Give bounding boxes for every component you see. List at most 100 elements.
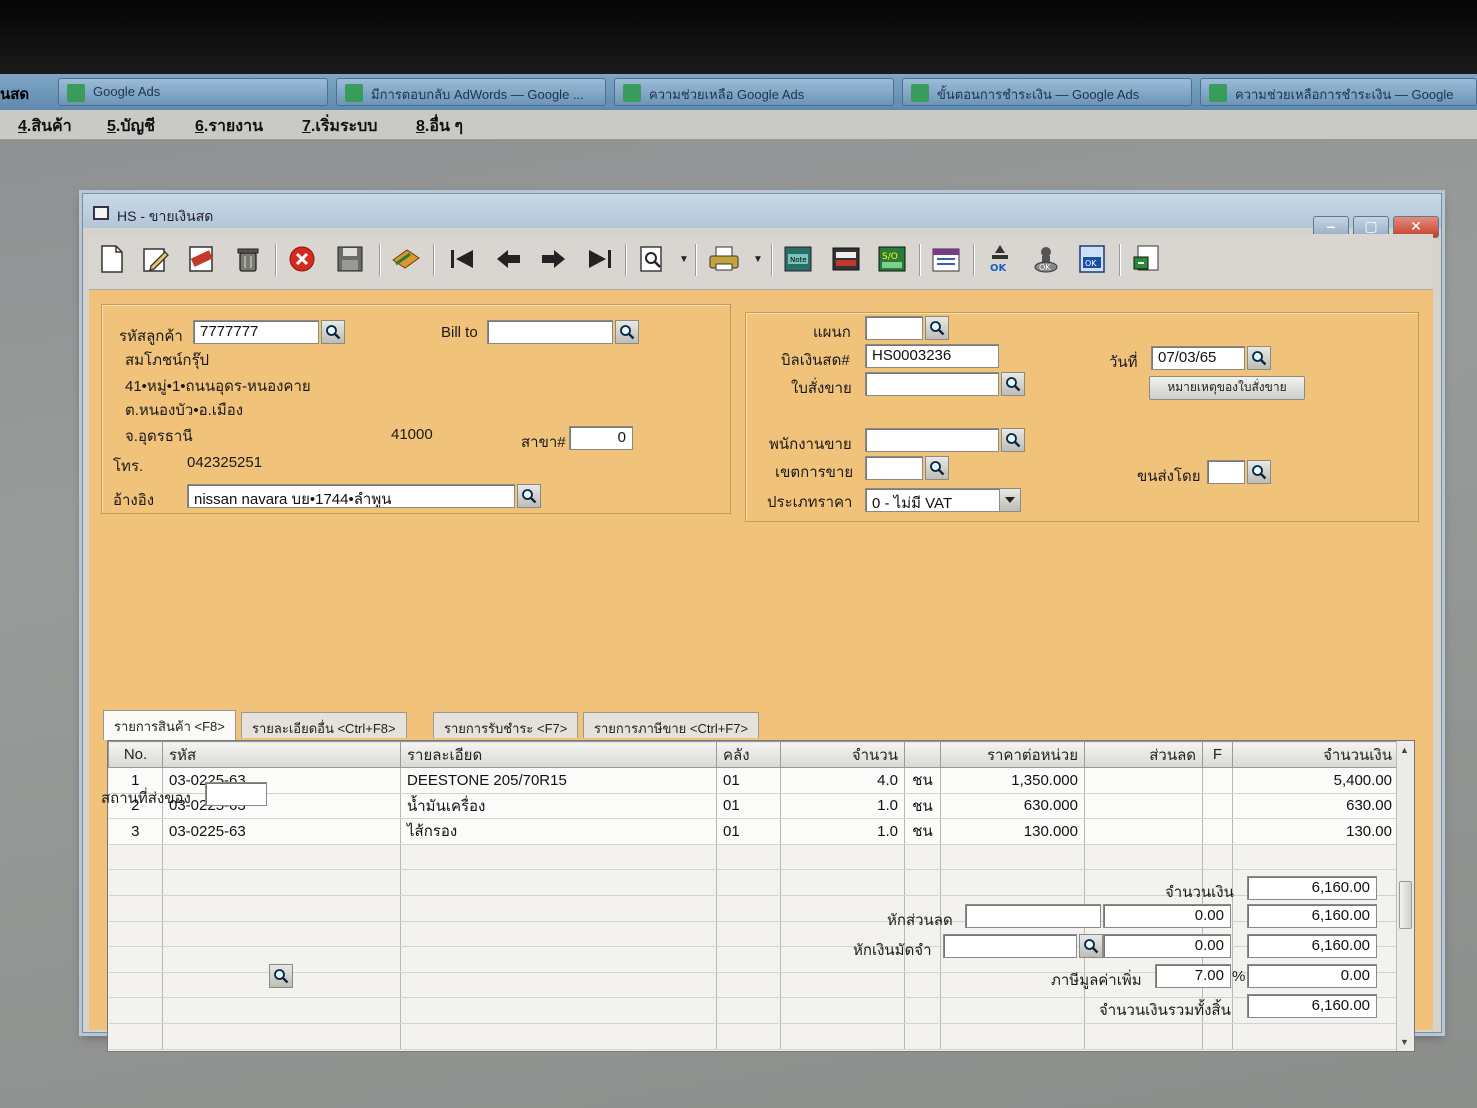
empty-cell[interactable]	[904, 997, 941, 1024]
col-warehouse[interactable]: คลัง	[716, 741, 781, 768]
table-row-empty[interactable]	[108, 844, 1399, 871]
empty-cell[interactable]	[780, 844, 905, 871]
row-amount[interactable]: 5,400.00	[1232, 767, 1399, 794]
ship-by-search-button[interactable]	[1247, 460, 1271, 484]
next-record-icon[interactable]	[537, 242, 571, 276]
empty-cell[interactable]	[780, 972, 905, 999]
empty-cell[interactable]	[780, 869, 905, 896]
row-unit[interactable]: ชน	[904, 793, 941, 820]
row-unit-price[interactable]: 1,350.000	[940, 767, 1085, 794]
col-quantity[interactable]: จำนวน	[780, 741, 905, 768]
row-no[interactable]: 3	[108, 818, 163, 845]
row-warehouse[interactable]: 01	[716, 767, 781, 794]
empty-cell[interactable]	[1084, 1023, 1203, 1050]
salesman-search-button[interactable]	[1001, 428, 1025, 452]
row-code[interactable]: 03-0225-63	[162, 767, 401, 794]
discount-text-field[interactable]	[965, 904, 1101, 928]
empty-cell[interactable]	[162, 921, 401, 948]
first-record-icon[interactable]	[445, 242, 479, 276]
row-discount[interactable]	[1084, 818, 1203, 845]
date-picker-button[interactable]	[1247, 346, 1271, 370]
empty-cell[interactable]	[716, 946, 781, 973]
row-code[interactable]: 03-0225-63	[162, 818, 401, 845]
empty-cell[interactable]	[1202, 1023, 1233, 1050]
empty-cell[interactable]	[940, 869, 1085, 896]
menu-item-reports[interactable]: 6.รายงาน	[195, 114, 263, 139]
sales-area-field[interactable]	[865, 456, 923, 480]
empty-cell[interactable]	[904, 869, 941, 896]
calendar-icon[interactable]	[929, 242, 963, 276]
row-unit[interactable]: ชน	[904, 818, 941, 845]
grid-scrollbar[interactable]: ▲ ▼	[1396, 741, 1414, 1051]
row-quantity[interactable]: 1.0	[780, 818, 905, 845]
empty-cell[interactable]	[1084, 844, 1203, 871]
stamp-icon[interactable]: OK	[1029, 242, 1063, 276]
row-f[interactable]	[1202, 767, 1233, 794]
empty-cell[interactable]	[400, 895, 717, 922]
empty-cell[interactable]	[716, 972, 781, 999]
bill-to-field[interactable]	[487, 320, 613, 344]
date-field[interactable]: 07/03/65	[1151, 346, 1245, 370]
scroll-thumb[interactable]	[1399, 881, 1412, 929]
taskbar-tab[interactable]: ความช่วยเหลือการชำระเงิน — Google	[1200, 78, 1477, 106]
cancel-icon[interactable]	[285, 242, 319, 276]
row-warehouse[interactable]: 01	[716, 818, 781, 845]
taskbar-tab[interactable]: มีการตอบกลับ AdWords — Google ...	[336, 78, 606, 106]
customer-code-field[interactable]: 7777777	[193, 320, 319, 344]
empty-cell[interactable]	[780, 997, 905, 1024]
approve-icon[interactable]: OK	[983, 242, 1017, 276]
deposit-text-field[interactable]	[943, 934, 1077, 958]
row-code[interactable]: 03-0225-63	[162, 793, 401, 820]
attachment-icon[interactable]	[389, 242, 423, 276]
empty-cell[interactable]	[716, 869, 781, 896]
empty-cell[interactable]	[162, 869, 401, 896]
row-quantity[interactable]: 4.0	[780, 767, 905, 794]
row-f[interactable]	[1202, 818, 1233, 845]
empty-cell[interactable]	[108, 946, 163, 973]
empty-cell[interactable]	[716, 997, 781, 1024]
empty-cell[interactable]	[1232, 1023, 1399, 1050]
tab-other-details[interactable]: รายละเอียดอื่น <Ctrl+F8>	[241, 712, 407, 738]
col-amount[interactable]: จำนวนเงิน	[1232, 741, 1399, 768]
col-no[interactable]: No.	[108, 741, 163, 768]
empty-cell[interactable]	[716, 895, 781, 922]
col-unit-price[interactable]: ราคาต่อหน่วย	[940, 741, 1085, 768]
empty-cell[interactable]	[780, 895, 905, 922]
empty-cell[interactable]	[108, 997, 163, 1024]
empty-cell[interactable]	[904, 972, 941, 999]
empty-cell[interactable]	[904, 844, 941, 871]
empty-cell[interactable]	[162, 997, 401, 1024]
empty-cell[interactable]	[400, 1023, 717, 1050]
ok-document-icon[interactable]: OK	[1075, 242, 1109, 276]
print-icon[interactable]	[707, 242, 741, 276]
sales-order-field[interactable]	[865, 372, 999, 396]
row-f[interactable]	[1202, 793, 1233, 820]
empty-cell[interactable]	[940, 997, 1085, 1024]
discount-value-field[interactable]: 0.00	[1103, 904, 1231, 928]
row-description[interactable]: ไส้กรอง	[400, 818, 717, 845]
empty-cell[interactable]	[162, 895, 401, 922]
menu-item-setup[interactable]: 7.เริ่มระบบ	[302, 114, 377, 139]
tab-payments[interactable]: รายการรับชำระ <F7>	[433, 712, 579, 738]
row-description[interactable]: DEESTONE 205/70R15	[400, 767, 717, 794]
new-document-icon[interactable]	[95, 242, 129, 276]
salesman-field[interactable]	[865, 428, 999, 452]
last-record-icon[interactable]	[583, 242, 617, 276]
edit-icon[interactable]	[139, 242, 173, 276]
empty-cell[interactable]	[108, 972, 163, 999]
table-row[interactable]: 1 03-0225-63 DEESTONE 205/70R15 01 4.0 ชน 1,35…	[108, 767, 1399, 794]
taskbar-tab[interactable]: Google Ads	[58, 78, 328, 106]
search-dropdown-icon[interactable]: ▼	[679, 254, 689, 265]
taskbar-tab[interactable]: ขั้นตอนการชำระเงิน — Google Ads	[902, 78, 1192, 106]
empty-cell[interactable]	[400, 946, 717, 973]
empty-cell[interactable]	[1232, 844, 1399, 871]
table-row[interactable]: 203-0225-63น้ำมันเครื่อง011.0ชน630.00063…	[108, 793, 1399, 820]
department-field[interactable]	[865, 316, 923, 340]
note-icon[interactable]: Note	[781, 242, 815, 276]
col-discount[interactable]: ส่วนลด	[1084, 741, 1203, 768]
row-discount[interactable]	[1084, 767, 1203, 794]
row-unit[interactable]: ชน	[904, 767, 941, 794]
empty-cell[interactable]	[400, 844, 717, 871]
sales-order-note-button[interactable]: หมายเหตุของใบสั่งขาย	[1149, 376, 1305, 400]
empty-cell[interactable]	[1202, 844, 1233, 871]
